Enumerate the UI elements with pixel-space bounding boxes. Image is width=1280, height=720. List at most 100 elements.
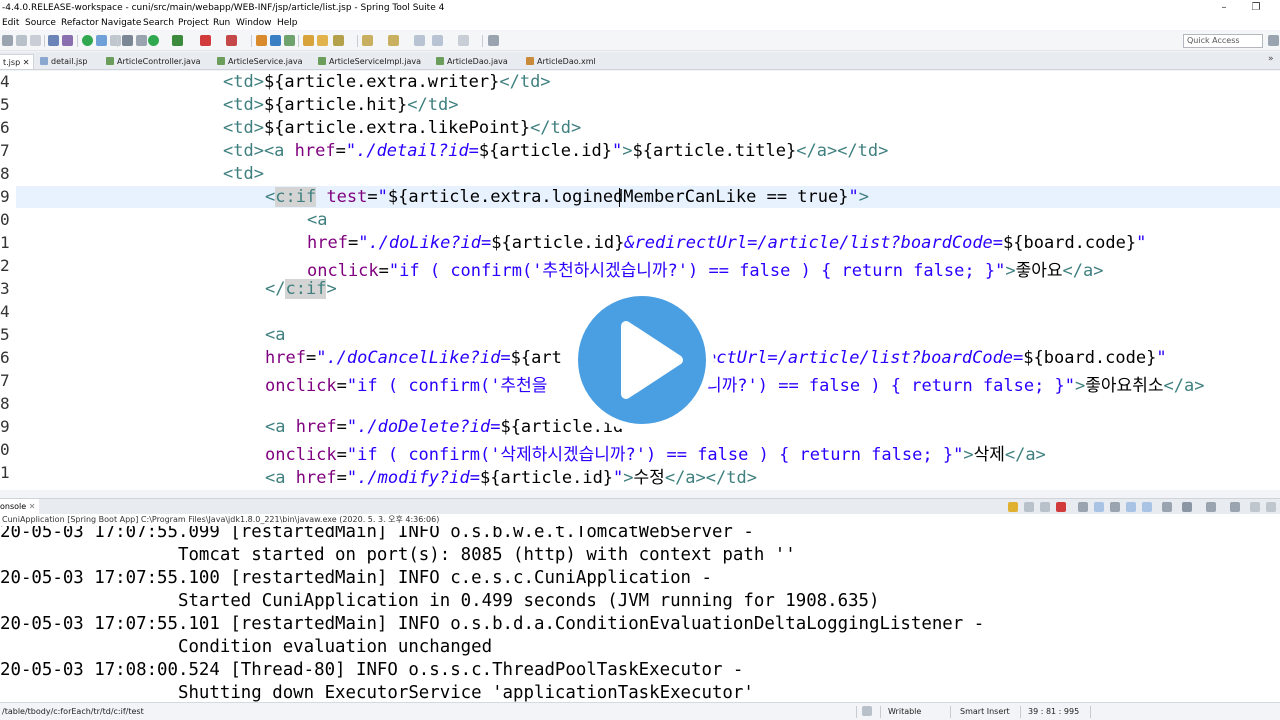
tab-label: detail.jsp [51,57,88,66]
minimize-view-icon[interactable] [1250,502,1260,512]
menu-search[interactable]: Search [143,16,174,30]
view-menu-icon[interactable] [1230,502,1240,512]
menu-run[interactable]: Run [213,16,230,30]
code-line: <td> [223,164,264,184]
save-all-icon[interactable] [30,35,41,46]
tab-article-controller[interactable]: ArticleController.java [106,54,201,69]
refresh-icon[interactable] [284,35,295,46]
remove-launch-icon[interactable] [1024,502,1034,512]
terminate-icon[interactable] [1056,502,1066,512]
annotation-icon[interactable] [362,35,373,46]
code-line: onclick="if ( confirm('삭제하시겠습니까?') == fa… [265,440,1046,465]
menu-source[interactable]: Source [25,16,56,30]
tab-article-service[interactable]: ArticleService.java [217,54,303,69]
open-console-icon[interactable] [1182,502,1192,512]
chevron-down-icon[interactable] [136,35,147,46]
open-type-icon[interactable] [303,35,314,46]
boot-run-icon[interactable] [82,35,93,46]
tab-list-jsp[interactable]: t.jsp ✕ [0,54,35,69]
code-expression: ${article.hit} [263,95,408,115]
code-line: href="./doLike?id=${article.id}&redirect… [307,233,1146,253]
next-annotation-icon[interactable] [388,35,399,46]
stop-icon[interactable] [110,35,121,46]
line-number: 3 [0,279,10,298]
code-string: "if ( confirm('추천을 [346,376,548,396]
code-attribute: href [307,233,348,253]
console-line: 20-05-03 17:07:55.101 [restartedMain] IN… [0,614,985,634]
toolbar-separator [77,35,78,47]
code-tag: < [265,187,276,207]
menu-refactor[interactable]: Refactor [61,16,99,30]
search-icon[interactable] [333,35,344,46]
insert-mode-status[interactable]: Smart Insert [960,703,1010,720]
forward-icon[interactable] [432,35,443,46]
gear-icon[interactable] [122,35,133,46]
tab-label: t.jsp [3,58,21,67]
clear-console-icon[interactable] [1008,502,1018,512]
code-string: " [613,468,624,488]
code-tag: </a> [1062,261,1104,281]
line-number: 0 [0,210,10,229]
menu-help[interactable]: Help [277,16,298,30]
code-string: "./modify?id= [346,468,480,488]
scroll-lock-icon[interactable] [1078,502,1088,512]
run-external-icon[interactable] [172,35,183,46]
back-icon[interactable] [414,35,425,46]
debug-skip-icon[interactable] [62,35,73,46]
disconnect-icon[interactable] [226,35,237,46]
history-icon[interactable] [458,35,469,46]
code-line-current: <c:if test="${article.extra.loginedMembe… [265,187,869,207]
tab-overflow-button[interactable]: » [1268,54,1274,64]
chevron-down-icon[interactable] [1162,502,1172,512]
console-tab[interactable]: onsole ✕ [0,499,40,515]
code-line: <td>${article.hit}</td> [223,95,458,115]
new-package-icon[interactable] [256,35,267,46]
line-number: 1 [0,463,10,482]
show-on-output-icon[interactable] [1110,502,1120,512]
line-number: 7 [0,371,10,390]
menu-project[interactable]: Project [178,16,209,30]
run-icon[interactable] [148,35,159,46]
new-icon[interactable] [2,35,13,46]
video-play-button[interactable] [570,288,714,432]
pin-console-icon[interactable] [1126,502,1136,512]
menu-window[interactable]: Window [236,16,272,30]
new-console-icon[interactable] [1206,502,1216,512]
code-tag: > [858,187,869,207]
quick-access-input[interactable]: Quick Access [1183,34,1263,48]
display-console-icon[interactable] [1142,502,1152,512]
console-icon[interactable] [48,35,59,46]
tab-article-dao[interactable]: ArticleDao.java [436,54,508,69]
code-line: <a href="./modify?id=${article.id}">수정</… [265,463,757,488]
word-wrap-icon[interactable] [1094,502,1104,512]
code-operator: = [335,141,346,161]
close-icon[interactable]: ✕ [29,502,36,511]
tab-article-dao-xml[interactable]: ArticleDao.xml [526,54,596,69]
new-class-icon[interactable] [270,35,281,46]
menu-navigate[interactable]: Navigate [101,16,141,30]
remove-all-icon[interactable] [1040,502,1050,512]
pin-editor-icon[interactable] [488,35,499,46]
stop-server-icon[interactable] [200,35,211,46]
restore-button[interactable]: ❐ [1242,0,1270,16]
code-line: </c:if> [265,279,337,299]
xml-file-icon [526,57,534,65]
console-output[interactable]: 20-05-03 17:07:55.099 [restartedMain] IN… [0,526,1280,702]
menu-edit[interactable]: Edit [2,16,19,30]
close-icon[interactable]: ✕ [23,58,30,67]
code-tag: <a [265,468,286,488]
code-tag: <td> [223,95,264,115]
code-attribute: onclick [307,261,379,281]
perspective-icon[interactable] [1268,35,1279,46]
code-attribute: onclick [265,445,337,465]
minimize-button[interactable]: – [1210,0,1238,16]
boot-dashboard-icon[interactable] [96,35,107,46]
open-resource-icon[interactable] [317,35,328,46]
code-line: onclick="if ( confirm('추천하시겠습니까?') == fa… [307,256,1103,281]
maximize-view-icon[interactable] [1266,502,1276,512]
code-tag: </td> [530,118,582,138]
code-expression: ${article.id} [491,233,625,253]
tab-detail-jsp[interactable]: detail.jsp [40,54,88,69]
save-icon[interactable] [16,35,27,46]
tab-article-service-impl[interactable]: ArticleServiceImpl.java [318,54,421,69]
